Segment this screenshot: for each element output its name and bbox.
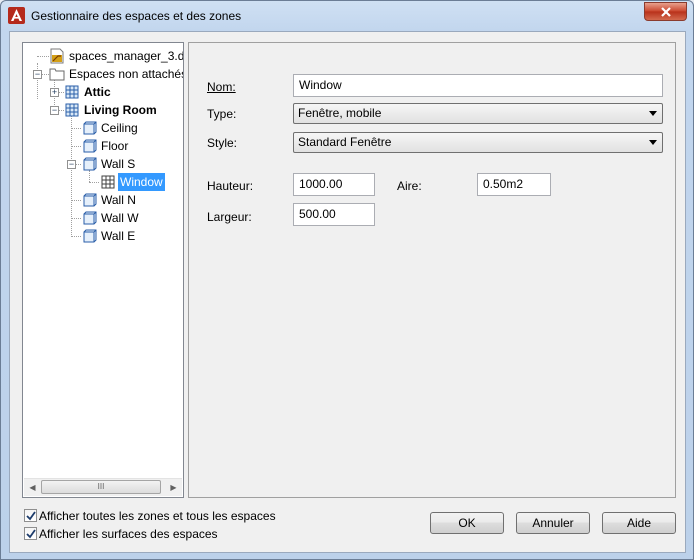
- tree-item-ceiling[interactable]: Ceiling: [23, 119, 183, 137]
- tree-item-drawing[interactable]: spaces_manager_3.dwg: [23, 47, 183, 65]
- tree-item-label: Window: [118, 173, 165, 191]
- tree-item-wall-n[interactable]: Wall N: [23, 191, 183, 209]
- tree-item-label: Wall N: [101, 193, 136, 207]
- dropdown-arrow-icon: [649, 140, 657, 145]
- tree-item-label: Floor: [101, 139, 129, 153]
- tree-item-label: Wall W: [101, 211, 139, 225]
- show-all-label[interactable]: Afficher toutes les zones et tous les es…: [39, 509, 276, 523]
- tree-item-wall-s[interactable]: − Wall S: [23, 155, 183, 173]
- ok-button[interactable]: OK: [430, 512, 504, 534]
- name-field[interactable]: Window: [293, 74, 663, 97]
- tree-item-label: Espaces non attachés: [69, 67, 184, 81]
- space-tree-view[interactable]: spaces_manager_3.dwg − Espaces non attac…: [22, 42, 184, 498]
- tree-item-label: Wall S: [101, 157, 136, 171]
- tree-item-living-room[interactable]: − Living Room: [23, 101, 183, 119]
- style-selected-value: Standard Fenêtre: [298, 135, 392, 149]
- autocad-app-icon: [8, 7, 25, 24]
- dialog-client-area: spaces_manager_3.dwg − Espaces non attac…: [9, 31, 686, 553]
- style-label: Style:: [207, 136, 238, 150]
- window-title: Gestionnaire des espaces et des zones: [31, 9, 242, 23]
- tree-item-label: Attic: [84, 85, 111, 99]
- tree-item-label: Wall E: [101, 229, 136, 243]
- properties-panel: Nom: Window Type: Fenêtre, mobile Style:…: [188, 42, 676, 498]
- collapse-toggle[interactable]: −: [33, 70, 42, 79]
- zone-icon: [65, 103, 79, 117]
- checkmark-icon: [26, 511, 36, 521]
- close-button[interactable]: [644, 2, 687, 21]
- scroll-left-arrow-icon[interactable]: ◀: [24, 479, 41, 496]
- width-label: Largeur:: [207, 210, 252, 224]
- surface-icon: [83, 193, 97, 207]
- cancel-button[interactable]: Annuler: [516, 512, 590, 534]
- checkmark-icon: [26, 529, 36, 539]
- tree-item-wall-w[interactable]: Wall W: [23, 209, 183, 227]
- scroll-thumb[interactable]: III: [41, 480, 161, 494]
- style-dropdown[interactable]: Standard Fenêtre: [293, 132, 663, 153]
- height-field[interactable]: 1000.00: [293, 173, 375, 196]
- type-label: Type:: [207, 107, 237, 121]
- show-surfaces-checkbox[interactable]: [24, 527, 37, 540]
- zone-icon: [65, 85, 79, 99]
- surface-icon: [83, 121, 97, 135]
- width-field[interactable]: 500.00: [293, 203, 375, 226]
- help-button[interactable]: Aide: [602, 512, 676, 534]
- tree-item-attic[interactable]: + Attic: [23, 83, 183, 101]
- surface-icon: [83, 139, 97, 153]
- show-surfaces-label[interactable]: Afficher les surfaces des espaces: [39, 527, 218, 541]
- tree-item-label: spaces_manager_3.dwg: [69, 49, 184, 63]
- surface-icon: [83, 211, 97, 225]
- type-selected-value: Fenêtre, mobile: [298, 106, 382, 120]
- tree-item-label: Ceiling: [101, 121, 138, 135]
- surface-icon: [83, 229, 97, 243]
- tree-item-window[interactable]: Window: [23, 173, 183, 191]
- area-field: 0.50m2: [477, 173, 551, 196]
- height-label: Hauteur:: [207, 179, 254, 193]
- tree-item-wall-e[interactable]: Wall E: [23, 227, 183, 245]
- expand-toggle[interactable]: +: [50, 88, 59, 97]
- collapse-toggle[interactable]: −: [50, 106, 59, 115]
- scroll-right-arrow-icon[interactable]: ▶: [165, 479, 182, 496]
- dialog-window: Gestionnaire des espaces et des zones sp…: [0, 0, 694, 560]
- surface-icon: [83, 157, 97, 171]
- close-icon: [661, 7, 671, 17]
- tree-item-unattached-spaces[interactable]: − Espaces non attachés: [23, 65, 183, 83]
- tree-item-floor[interactable]: Floor: [23, 137, 183, 155]
- dropdown-arrow-icon: [649, 111, 657, 116]
- tree-horizontal-scrollbar[interactable]: ◀ III ▶: [24, 478, 182, 496]
- folder-icon: [49, 68, 65, 81]
- area-label: Aire:: [397, 179, 422, 193]
- type-dropdown[interactable]: Fenêtre, mobile: [293, 103, 663, 124]
- collapse-toggle[interactable]: −: [67, 160, 76, 169]
- name-label: Nom:: [207, 80, 236, 94]
- drawing-file-icon: [50, 48, 64, 64]
- show-all-checkbox[interactable]: [24, 509, 37, 522]
- title-bar[interactable]: Gestionnaire des espaces et des zones: [1, 1, 693, 31]
- window-opening-icon: [101, 175, 115, 189]
- tree-item-label: Living Room: [84, 103, 157, 117]
